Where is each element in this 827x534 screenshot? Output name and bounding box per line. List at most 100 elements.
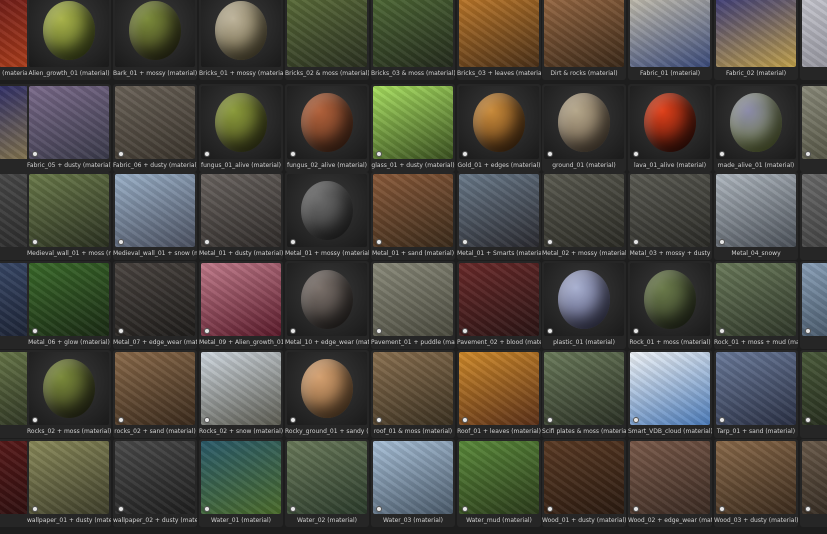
asset-tile[interactable]: Bricks_01 + mossy (material) <box>199 0 283 80</box>
asset-tile[interactable]: Gold_01 + edges (material) <box>457 84 541 172</box>
asset-tile[interactable]: Rocky_ground_01 + sandy (material) <box>285 350 369 438</box>
material-preview <box>287 352 367 425</box>
asset-badge-icon <box>633 328 639 334</box>
asset-label: Scifi plates & moss (material) <box>542 428 626 435</box>
asset-tile[interactable]: made_alive_01 (material) <box>714 84 798 172</box>
asset-tile[interactable]: Marble_ <box>800 0 827 80</box>
material-preview <box>802 86 827 159</box>
asset-tile[interactable]: Metal_01 + dusty (material) <box>199 172 283 260</box>
asset-tile[interactable]: Fabric_06 + dusty (material) <box>113 84 197 172</box>
asset-tile[interactable]: Rocks_02 + moss (material) <box>27 350 111 438</box>
asset-tile[interactable]: Metal_01 + Smarts (material) <box>457 172 541 260</box>
asset-label: made_alive_01 (material) <box>717 162 795 169</box>
asset-tile[interactable]: Roof_01 + leaves (material) <box>457 350 541 438</box>
material-preview <box>29 0 109 67</box>
asset-tile[interactable]: Fabric_01 (material) <box>628 0 712 80</box>
asset-label: Rock_01 + moss + mud (material) <box>714 339 798 346</box>
asset-tile[interactable]: glass_01 + dusty (material) <box>371 84 455 172</box>
asset-tile[interactable] <box>800 172 827 260</box>
asset-tile[interactable]: Wood_01 + dusty (material) <box>542 439 626 527</box>
asset-tile[interactable]: Bricks_02 & moss (material) <box>285 0 369 80</box>
asset-tile[interactable]: Metal_04_snowy <box>714 172 798 260</box>
material-preview <box>201 174 281 247</box>
asset-tile[interactable]: rocks_02 + sand (material) <box>113 350 197 438</box>
asset-tile[interactable]: Wood_02 + edge_wear (material) <box>628 439 712 527</box>
asset-badge-icon <box>462 239 468 245</box>
material-preview <box>459 352 539 425</box>
asset-tile[interactable]: wallpaper_02 + dusty (material) <box>113 439 197 527</box>
asset-tile[interactable]: Alien_growth_01 (material) <box>27 0 111 80</box>
asset-tile[interactable]: Bark_01 + mossy (material) <box>113 0 197 80</box>
asset-tile[interactable]: lava_01_alive (material) <box>628 84 712 172</box>
asset-tile[interactable]: Rock_01 + moss + mud (material) <box>714 261 798 349</box>
asset-label: Metal_07 + edge_wear (material) <box>113 339 197 346</box>
material-preview <box>802 174 827 247</box>
asset-tile[interactable]: Pavement_01 + puddle (material) <box>371 261 455 349</box>
asset-label: wood_ <box>800 515 827 526</box>
asset-tile[interactable]: Pavement_02 + blood (material) <box>457 261 541 349</box>
asset-label: Bricks_01 + mossy (material) <box>199 70 283 77</box>
material-preview <box>630 352 710 425</box>
asset-badge-icon <box>376 417 382 423</box>
preview-sphere <box>301 181 353 240</box>
asset-tile[interactable]: Scifi plates & moss (material) <box>542 350 626 438</box>
asset-tile[interactable]: Tarp_01 + sand (material) <box>714 350 798 438</box>
material-preview <box>115 441 195 514</box>
asset-badge-icon <box>290 506 296 512</box>
material-preview <box>115 0 195 67</box>
asset-tile[interactable]: Water_03 (material) <box>371 439 455 527</box>
asset-tile[interactable]: Metal_01 + mossy (material) <box>285 172 369 260</box>
material-preview <box>201 86 281 159</box>
material-preview <box>287 174 367 247</box>
asset-tile[interactable]: Smart_VDB_cloud (material) <box>628 350 712 438</box>
asset-tile[interactable]: Rock_01 + moss (material) <box>628 261 712 349</box>
asset-tile[interactable]: Urban_ <box>800 350 827 438</box>
asset-tile[interactable]: Dirt & rocks (material) <box>542 0 626 80</box>
asset-tile[interactable]: Bricks_03 + leaves (material) <box>457 0 541 80</box>
asset-tile[interactable]: ground_01 (material) <box>542 84 626 172</box>
asset-tile[interactable]: fungus_02_alive (material) <box>285 84 369 172</box>
asset-tile[interactable]: fungus_01_alive (material) <box>199 84 283 172</box>
asset-tile[interactable]: plastic_01 (material) <box>542 261 626 349</box>
asset-tile[interactable]: wallpaper_01 + dusty (material) <box>27 439 111 527</box>
asset-tile[interactable]: Wood_03 + dusty (material) <box>714 439 798 527</box>
material-preview <box>201 263 281 336</box>
asset-tile[interactable]: Metal_10 + edge_wear (material) <box>285 261 369 349</box>
asset-label: Smart_VDB_cloud (material) <box>628 428 712 435</box>
asset-tile[interactable]: Water_01 (material) <box>199 439 283 527</box>
asset-tile[interactable]: Metal_09 + Alien_growth_01 (material) <box>199 261 283 349</box>
asset-tile[interactable]: Metal_02 + mossy (material) <box>542 172 626 260</box>
asset-tile[interactable]: Metal_06 + glow (material) <box>27 261 111 349</box>
asset-tile[interactable]: Water_mud (material) <box>457 439 541 527</box>
asset-tile[interactable]: Rocks_02 + snow (material) <box>199 350 283 438</box>
material-preview <box>630 174 710 247</box>
asset-tile[interactable]: Bricks_03 & moss (material) <box>371 0 455 80</box>
preview-sphere <box>558 93 610 152</box>
asset-badge-icon <box>204 239 210 245</box>
asset-tile[interactable]: Metal_03 + mossy + dusty <box>628 172 712 260</box>
asset-tile[interactable]: Marble_ <box>800 84 827 172</box>
material-preview <box>115 86 195 159</box>
material-preview <box>373 86 453 159</box>
asset-tile[interactable]: Medieval_wall_01 + moss (material) <box>27 172 111 260</box>
asset-label: Alien_growth_01 (material) <box>28 70 110 77</box>
asset-label: Rocks_ <box>800 337 827 348</box>
asset-badge-icon <box>719 417 725 423</box>
asset-label: Urban_ <box>800 426 827 437</box>
asset-tile[interactable]: Metal_07 + edge_wear (material) <box>113 261 197 349</box>
asset-label: Metal_01 + mossy (material) <box>285 250 369 257</box>
asset-tile[interactable]: Medieval_wall_01 + snow (material) <box>113 172 197 260</box>
asset-tile[interactable]: wood_ <box>800 439 827 527</box>
asset-tile[interactable]: Water_02 (material) <box>285 439 369 527</box>
asset-tile[interactable]: Fabric_02 (material) <box>714 0 798 80</box>
asset-tile[interactable]: Fabric_05 + dusty (material) <box>27 84 111 172</box>
asset-label: Rocks_02 + moss (material) <box>27 428 111 435</box>
asset-tile[interactable]: roof_01 & moss (material) <box>371 350 455 438</box>
asset-tile[interactable]: Metal_01 + sand (material) <box>371 172 455 260</box>
asset-label: Dirt & rocks (material) <box>550 70 618 77</box>
asset-badge-icon <box>118 417 124 423</box>
material-preview <box>115 263 195 336</box>
material-preview <box>544 441 624 514</box>
asset-tile[interactable]: Rocks_ <box>800 261 827 349</box>
asset-badge-icon <box>32 328 38 334</box>
